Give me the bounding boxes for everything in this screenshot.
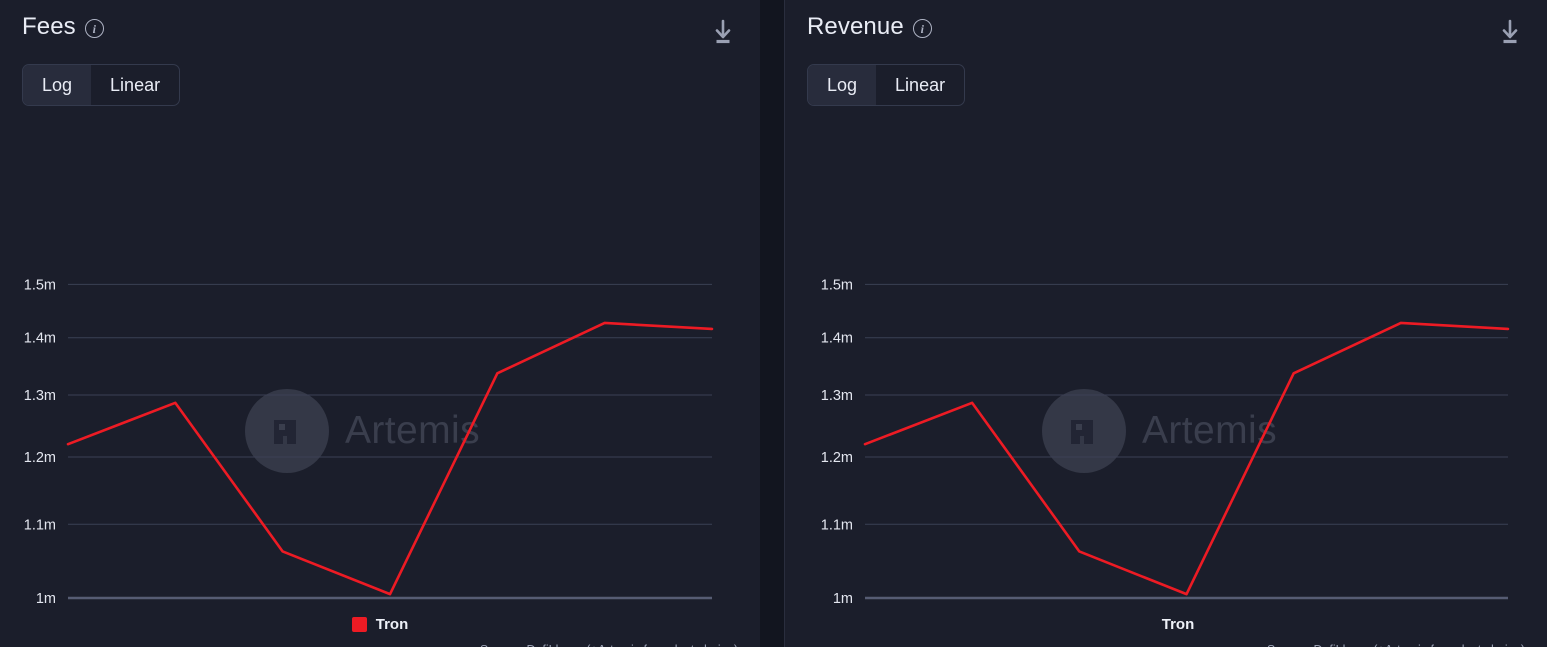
svg-text:2023-10-24: 2023-10-24 <box>545 611 607 614</box>
svg-text:1.4m: 1.4m <box>821 331 853 347</box>
svg-text:2023-10-21: 2023-10-21 <box>1019 611 1081 614</box>
svg-text:1m: 1m <box>833 591 853 607</box>
panel-header-revenue: Revenue i <box>785 0 1547 47</box>
svg-text:1.5m: 1.5m <box>24 277 56 293</box>
svg-text:1.1m: 1.1m <box>821 517 853 533</box>
title-row-fees: Fees i <box>22 13 104 41</box>
download-icon[interactable] <box>1497 17 1523 47</box>
chart-legend-revenue: Tron <box>785 616 1547 633</box>
panel-divider <box>760 0 784 647</box>
svg-text:1.3m: 1.3m <box>821 388 853 404</box>
chart-area-fees: Artemis 1m1.1m1.2m1.3m1.4m1.5m2023-10-19… <box>0 114 760 614</box>
panel-fees: Fees i Log Linear <box>0 0 760 647</box>
title-row-revenue: Revenue i <box>807 13 932 41</box>
svg-text:2023-10-19: 2023-10-19 <box>8 611 70 614</box>
legend-label-tron[interactable]: Tron <box>1162 616 1195 633</box>
info-icon[interactable]: i <box>85 19 104 38</box>
toggle-option-linear[interactable]: Linear <box>91 65 179 105</box>
svg-text:2023-10-20: 2023-10-20 <box>115 611 177 614</box>
panel-revenue: Revenue i Log Linear <box>784 0 1547 647</box>
chart-area-revenue: Artemis 1m1.1m1.2m1.3m1.4m1.5m2023-10-19… <box>785 114 1547 614</box>
panel-header-fees: Fees i <box>0 0 760 47</box>
source-note-revenue: Source: DefiLlama (+Artemis for select c… <box>785 633 1547 647</box>
svg-text:1.1m: 1.1m <box>24 517 56 533</box>
legend-swatch-tron <box>1138 617 1153 632</box>
line-chart-revenue[interactable]: 1m 1.1m 1.2m 1.3m 1.4m 1.5m 2023-10-19 2023-10-… <box>785 114 1547 614</box>
svg-text:1.2m: 1.2m <box>24 450 56 466</box>
toggle-option-linear[interactable]: Linear <box>876 65 964 105</box>
info-icon[interactable]: i <box>913 19 932 38</box>
svg-text:2023-10-24: 2023-10-24 <box>1341 611 1403 614</box>
legend-label-tron[interactable]: Tron <box>376 616 409 633</box>
dashboard-root: Fees i Log Linear <box>0 0 1547 647</box>
svg-text:2023-10-23: 2023-10-23 <box>437 611 499 614</box>
toggle-option-log[interactable]: Log <box>808 65 876 105</box>
legend-swatch-tron <box>352 617 367 632</box>
svg-text:2023-10-22: 2023-10-22 <box>1127 611 1189 614</box>
chart-legend-fees: Tron <box>0 616 760 633</box>
svg-text:2023-10-25: 2023-10-25 <box>1448 611 1510 614</box>
scale-toggle-fees[interactable]: Log Linear <box>22 64 180 106</box>
toggle-option-log[interactable]: Log <box>23 65 91 105</box>
scale-toggle-revenue[interactable]: Log Linear <box>807 64 965 106</box>
svg-text:2023-10-25: 2023-10-25 <box>652 611 714 614</box>
svg-text:1.5m: 1.5m <box>821 277 853 293</box>
svg-text:1.4m: 1.4m <box>24 331 56 347</box>
svg-text:2023-10-23: 2023-10-23 <box>1234 611 1296 614</box>
download-icon[interactable] <box>710 17 736 47</box>
svg-text:2023-10-20: 2023-10-20 <box>912 611 974 614</box>
svg-text:2023-10-22: 2023-10-22 <box>330 611 392 614</box>
line-chart-fees[interactable]: 1m 1.1m 1.2m 1.3m 1.4m 1.5m 2023-10-19 2023-10-… <box>0 114 760 614</box>
page-title: Revenue <box>807 13 904 41</box>
source-note-fees: Source: DefiLlama (+Artemis for select c… <box>0 633 760 647</box>
svg-text:1.3m: 1.3m <box>24 388 56 404</box>
svg-text:2023-10-21: 2023-10-21 <box>223 611 285 614</box>
page-title: Fees <box>22 13 76 41</box>
svg-text:2023-10-19: 2023-10-19 <box>805 611 867 614</box>
svg-text:1m: 1m <box>36 591 56 607</box>
svg-text:1.2m: 1.2m <box>821 450 853 466</box>
